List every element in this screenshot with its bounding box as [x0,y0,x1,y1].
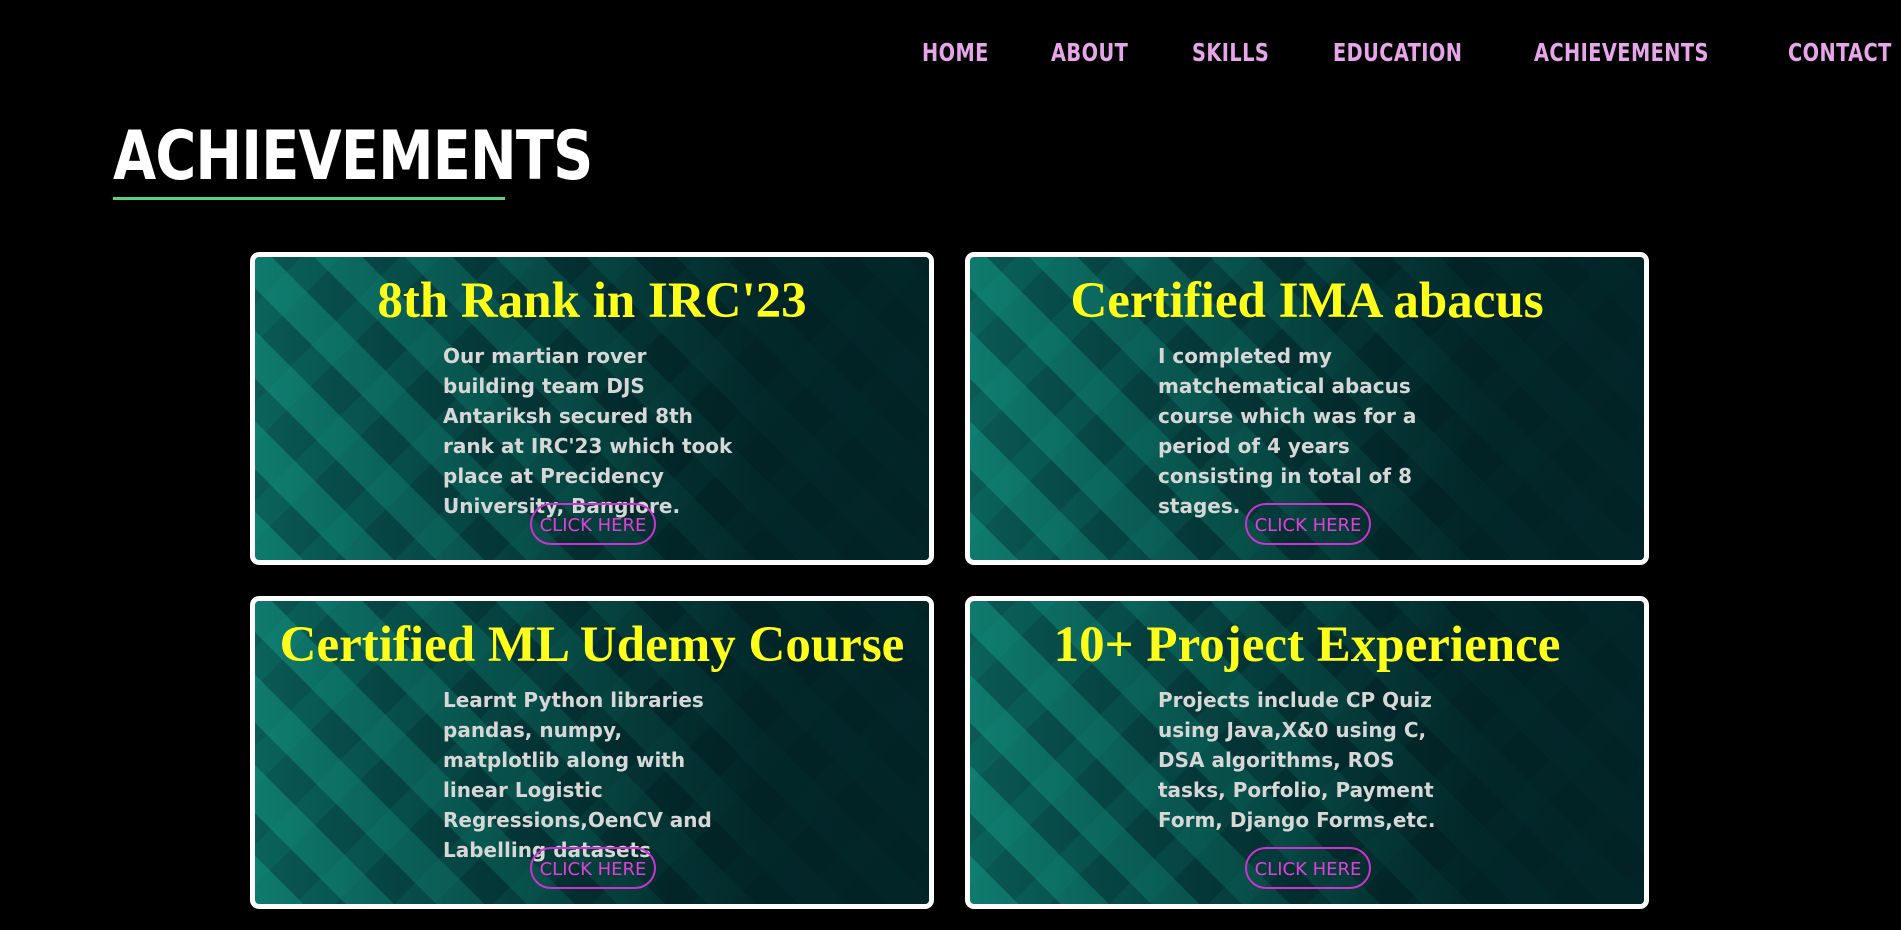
click-here-button[interactable]: CLICK HERE [1245,503,1371,545]
card-description: Projects include CP Quiz using Java,X&0 … [1158,688,1436,832]
achievement-card: 10+ Project Experience Projects include … [965,596,1649,909]
main-nav: HOME ABOUT SKILLS EDUCATION ACHIEVEMENTS… [871,38,1901,67]
nav-achievements-link[interactable]: ACHIEVEMENTS [1534,38,1709,67]
card-title: Certified ML Udemy Course [279,617,905,673]
achievement-card: 8th Rank in IRC'23 Our martian rover bui… [250,252,934,565]
card-description: I completed my matchematical abacus cour… [1158,344,1417,518]
card-title: Certified IMA abacus [1070,273,1544,329]
card-description: Learnt Python libraries pandas, numpy, m… [443,688,712,862]
nav-contact-link[interactable]: CONTACT [1788,38,1892,67]
achievement-card: Certified IMA abacus I completed my matc… [965,252,1649,565]
click-here-button[interactable]: CLICK HERE [1245,847,1371,889]
achievements-grid: 8th Rank in IRC'23 Our martian rover bui… [250,252,1650,909]
nav-education-link[interactable]: EDUCATION [1333,38,1462,67]
card-title: 8th Rank in IRC'23 [377,273,807,329]
card-description: Our martian rover building team DJS Anta… [443,344,733,518]
section-title: ACHIEVEMENTS [113,117,593,196]
achievement-card: Certified ML Udemy Course Learnt Python … [250,596,934,909]
nav-skills-link[interactable]: SKILLS [1192,38,1269,67]
click-here-button[interactable]: CLICK HERE [530,847,656,889]
click-here-button[interactable]: CLICK HERE [530,503,656,545]
nav-home-link[interactable]: HOME [922,38,989,67]
title-underline [113,197,505,200]
card-title: 10+ Project Experience [1053,617,1561,673]
nav-about-link[interactable]: ABOUT [1051,38,1128,67]
